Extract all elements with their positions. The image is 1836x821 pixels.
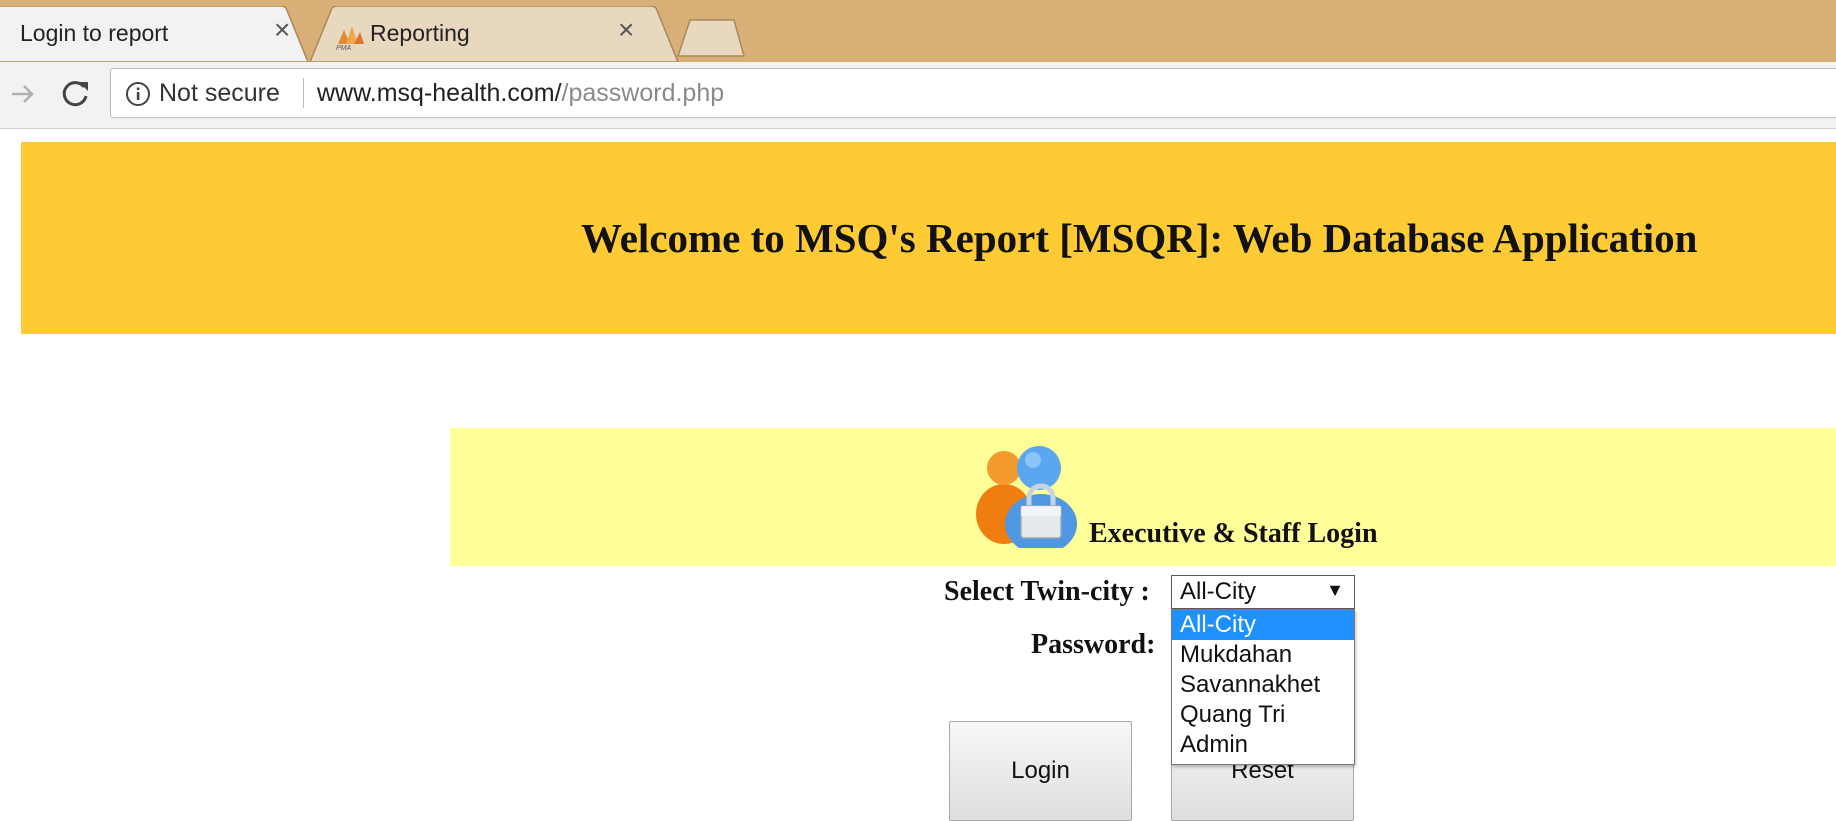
dropdown-option-savannakhet[interactable]: Savannakhet bbox=[1172, 670, 1354, 700]
dropdown-option-mukdahan[interactable]: Mukdahan bbox=[1172, 640, 1354, 670]
tab-login-to-report[interactable]: Login to report × bbox=[0, 6, 328, 62]
dropdown-option-quang-tri[interactable]: Quang Tri bbox=[1172, 700, 1354, 730]
new-tab-button[interactable] bbox=[676, 18, 746, 58]
login-heading: Executive & Staff Login bbox=[1089, 518, 1378, 549]
dropdown-arrow-icon: ▼ bbox=[1326, 580, 1344, 600]
close-icon[interactable]: × bbox=[618, 16, 634, 44]
page-title: Welcome to MSQ's Report [MSQR]: Web Data… bbox=[581, 215, 1698, 261]
url-text[interactable]: www.msq-health.com//password.php bbox=[317, 79, 724, 108]
browser-tabstrip: PMA Reporting × Login to report × bbox=[0, 0, 1836, 62]
security-label[interactable]: Not secure bbox=[159, 79, 280, 108]
twin-city-label: Select Twin-city : bbox=[944, 576, 1150, 607]
svg-text:PMA: PMA bbox=[336, 45, 352, 50]
tab-reporting[interactable]: PMA Reporting × bbox=[310, 6, 680, 62]
tab-title: Login to report bbox=[20, 20, 169, 46]
header-banner: Welcome to MSQ's Report [MSQR]: Web Data… bbox=[21, 142, 1836, 334]
pma-logo-icon: PMA bbox=[336, 26, 364, 50]
url-host: www.msq-health.com/ bbox=[317, 79, 562, 107]
twin-city-select[interactable]: All-City ▼ bbox=[1171, 575, 1355, 609]
login-panel: Executive & Staff Login bbox=[450, 428, 1836, 566]
address-bar[interactable]: Not secure www.msq-health.com//password.… bbox=[110, 68, 1836, 118]
login-button[interactable]: Login bbox=[949, 721, 1132, 821]
browser-toolbar: Not secure www.msq-health.com//password.… bbox=[0, 62, 1836, 129]
twin-city-selected-value: All-City bbox=[1180, 578, 1256, 605]
dropdown-option-admin[interactable]: Admin bbox=[1172, 730, 1354, 760]
info-icon[interactable] bbox=[125, 81, 151, 107]
close-icon[interactable]: × bbox=[274, 16, 290, 44]
reload-icon[interactable] bbox=[60, 78, 92, 110]
password-label: Password: bbox=[1031, 629, 1156, 660]
url-path: /password.php bbox=[561, 79, 725, 107]
forward-arrow-icon[interactable] bbox=[8, 79, 38, 109]
tab-title: Reporting bbox=[370, 20, 470, 46]
dropdown-option-all-city[interactable]: All-City bbox=[1172, 610, 1354, 640]
twin-city-dropdown-list: All-City Mukdahan Savannakhet Quang Tri … bbox=[1171, 609, 1355, 765]
users-lock-icon bbox=[976, 446, 1077, 548]
address-separator bbox=[303, 78, 304, 108]
